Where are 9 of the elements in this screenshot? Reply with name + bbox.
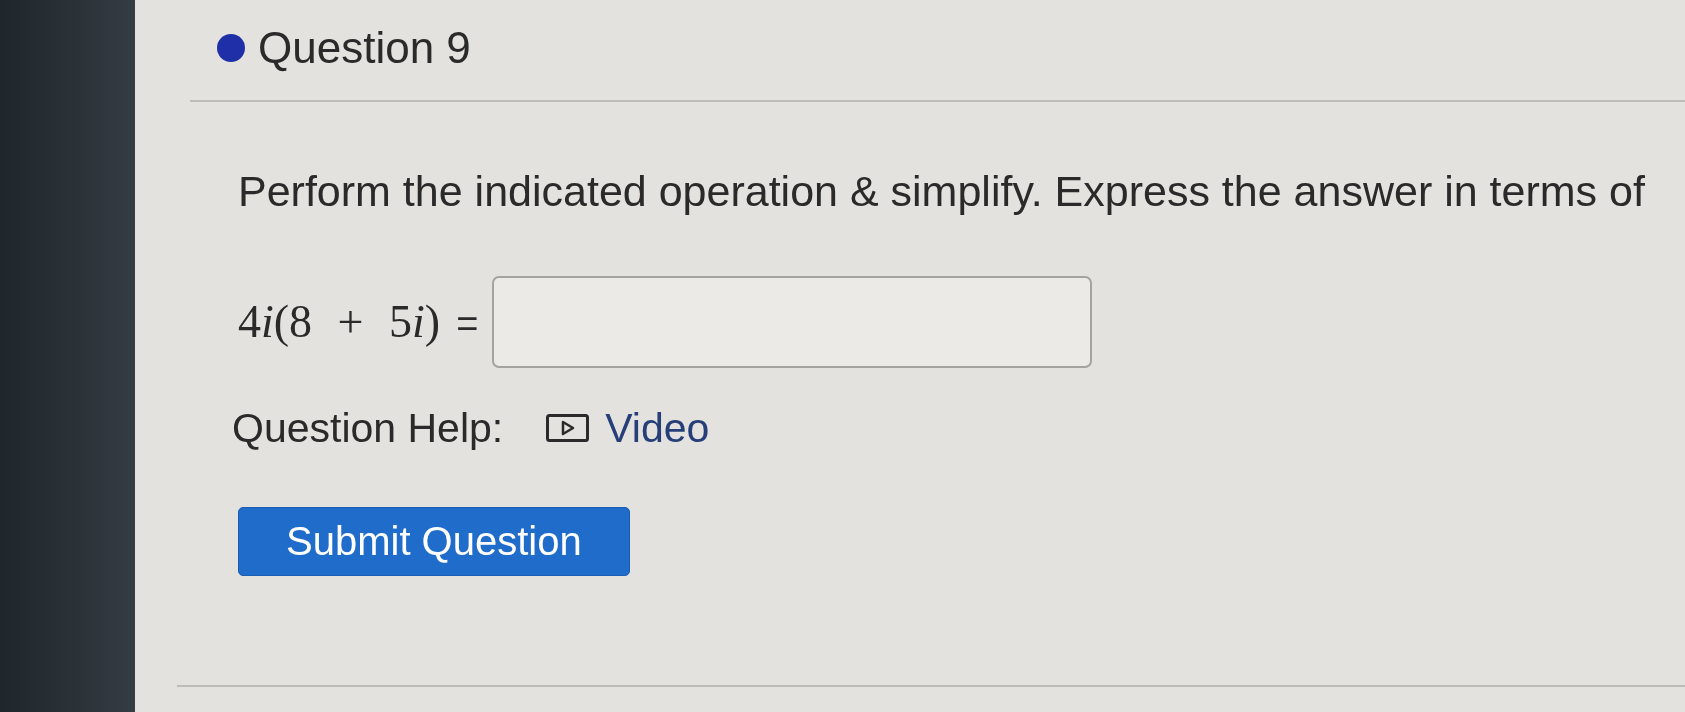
help-label: Question Help: xyxy=(232,403,504,453)
question-prompt: Perform the indicated operation & simplify. Express the answer in terms of xyxy=(238,166,1645,217)
math-expression: 4i(8 + 5i) = xyxy=(238,295,479,349)
video-link[interactable]: Video xyxy=(546,403,710,453)
video-play-icon xyxy=(546,414,590,443)
status-dot-icon xyxy=(217,34,245,62)
submit-button[interactable]: Submit Question xyxy=(238,506,630,576)
answer-box[interactable] xyxy=(492,275,1093,368)
question-title: Question 9 xyxy=(258,21,471,74)
